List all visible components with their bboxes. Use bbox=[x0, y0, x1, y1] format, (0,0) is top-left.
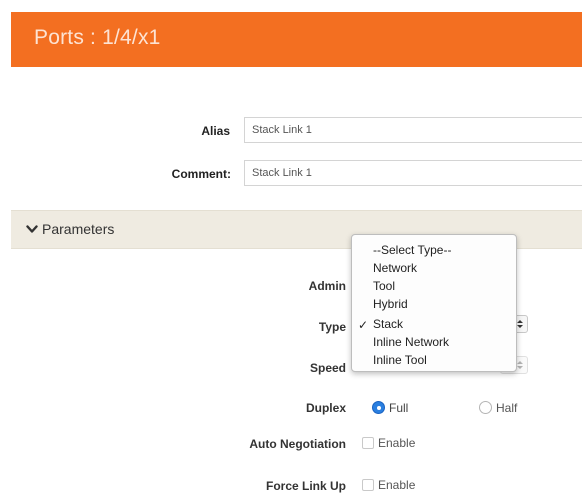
type-option-select[interactable]: --Select Type-- bbox=[373, 241, 451, 259]
duplex-half-radio[interactable] bbox=[479, 401, 492, 414]
select-arrows-icon bbox=[517, 361, 523, 369]
duplex-label: Duplex bbox=[305, 401, 346, 415]
alias-label: Alias bbox=[201, 124, 230, 138]
page-header: Ports : 1/4/x1 bbox=[11, 12, 582, 67]
comment-label: Comment: bbox=[171, 167, 231, 181]
type-option-inline-network[interactable]: Inline Network bbox=[373, 333, 449, 351]
type-option-network[interactable]: Network bbox=[373, 259, 417, 277]
type-dropdown-menu[interactable]: --Select Type-- Network Tool Hybrid ✓ St… bbox=[351, 234, 517, 372]
admin-label: Admin bbox=[308, 279, 346, 293]
chevron-down-icon bbox=[26, 225, 38, 233]
auto-negotiation-enable-label: Enable bbox=[378, 436, 416, 450]
force-link-up-label: Force Link Up bbox=[265, 479, 346, 493]
force-link-up-enable-label: Enable bbox=[378, 478, 416, 492]
force-link-up-checkbox[interactable] bbox=[362, 479, 374, 491]
auto-negotiation-label: Auto Negotiation bbox=[249, 437, 346, 451]
type-option-stack[interactable]: Stack bbox=[373, 315, 403, 333]
type-option-inline-tool[interactable]: Inline Tool bbox=[373, 351, 427, 369]
page-title: Ports : 1/4/x1 bbox=[34, 26, 161, 49]
parameters-section-label: Parameters bbox=[42, 221, 115, 237]
auto-negotiation-checkbox[interactable] bbox=[362, 437, 374, 449]
type-option-hybrid[interactable]: Hybrid bbox=[373, 295, 408, 313]
select-arrows-icon bbox=[517, 320, 523, 328]
type-label: Type bbox=[318, 320, 346, 334]
alias-input[interactable]: Stack Link 1 bbox=[244, 117, 582, 143]
speed-label: Speed bbox=[309, 361, 346, 375]
duplex-half-label: Half bbox=[496, 401, 518, 415]
duplex-full-radio[interactable] bbox=[372, 401, 385, 414]
duplex-full-label: Full bbox=[389, 401, 409, 415]
checkmark-icon: ✓ bbox=[358, 318, 369, 332]
comment-input[interactable]: Stack Link 1 bbox=[244, 160, 582, 186]
type-option-tool[interactable]: Tool bbox=[373, 277, 395, 295]
